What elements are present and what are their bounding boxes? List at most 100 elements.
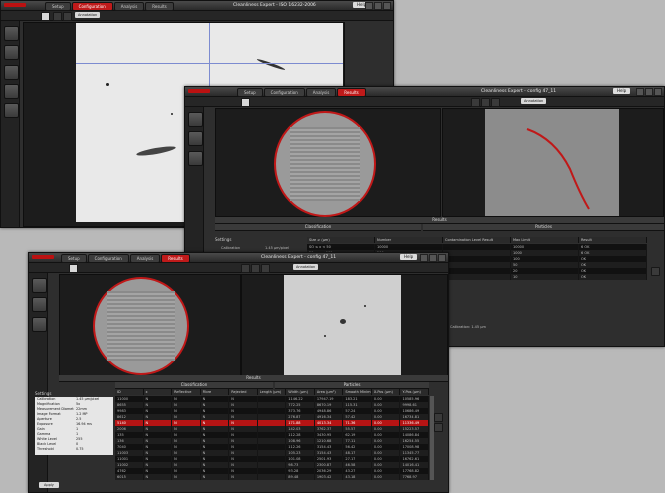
table-cell <box>443 274 511 280</box>
edit-icon[interactable] <box>32 317 47 332</box>
tab-analysis[interactable]: Analysis <box>305 88 337 97</box>
microscope-icon[interactable] <box>188 112 203 127</box>
edit-icon[interactable] <box>188 151 203 166</box>
table-cell: 43.18 <box>343 474 372 480</box>
grid-icon[interactable] <box>491 98 500 107</box>
setting-row: Threshold 0.75 <box>35 447 113 452</box>
tab-results[interactable]: Results <box>337 88 366 97</box>
column-header[interactable]: Reflective <box>172 389 201 395</box>
zoom-icon[interactable] <box>471 98 480 107</box>
microscope-icon[interactable] <box>32 278 47 293</box>
table-scrollbar[interactable] <box>430 396 434 480</box>
column-header[interactable]: Y-Pos (µm) <box>400 389 430 395</box>
column-header[interactable]: Smooth Minimum Inner Circle (µm) <box>343 389 372 395</box>
particle-detail-image[interactable] <box>485 109 619 216</box>
zoom-icon[interactable] <box>241 264 250 273</box>
workflow-tabs: Setup Configuration Analysis Results <box>61 254 190 263</box>
app-logo <box>4 3 26 7</box>
column-header[interactable]: x <box>144 389 173 395</box>
column-header[interactable]: Area (µm²) <box>315 389 344 395</box>
filter-overview-circle[interactable] <box>274 111 376 217</box>
maximize-icon[interactable] <box>645 88 653 96</box>
column-header[interactable]: Result <box>579 237 647 243</box>
column-header[interactable]: Max Limit <box>511 237 579 243</box>
app-logo <box>188 89 210 93</box>
layers-icon[interactable] <box>188 131 203 146</box>
zoom-icon[interactable] <box>69 264 78 273</box>
tab-analysis[interactable]: Analysis <box>113 2 145 11</box>
column-header[interactable]: Contamination Level Result <box>443 237 511 243</box>
tab-configuration[interactable]: Configuration <box>71 2 113 11</box>
table-cell: 10 <box>511 274 579 280</box>
table-cell <box>258 474 287 480</box>
app-logo <box>32 255 54 259</box>
tab-setup[interactable]: Setup <box>237 88 263 97</box>
window-title: Cleanliness Expert - config 47_11 <box>261 255 337 260</box>
sidebar <box>1 21 20 227</box>
toolbar: Annotation <box>185 97 664 107</box>
fit-icon[interactable] <box>53 12 62 21</box>
filter-overview-circle[interactable] <box>93 277 189 375</box>
column-header[interactable]: ID <box>115 389 144 395</box>
column-header[interactable]: Rejected <box>229 389 258 395</box>
minimize-icon[interactable] <box>420 254 428 262</box>
column-header[interactable]: Length (µm) <box>258 389 287 395</box>
particle-detail-image[interactable] <box>284 275 401 375</box>
zoom-icon[interactable] <box>241 98 250 107</box>
maximize-icon[interactable] <box>429 254 437 262</box>
filter-icon[interactable] <box>4 65 19 80</box>
tab-configuration[interactable]: Configuration <box>263 88 305 97</box>
grid-icon[interactable] <box>261 264 270 273</box>
maximize-icon[interactable] <box>374 2 382 10</box>
chart-icon[interactable] <box>4 84 19 99</box>
table-cell: N <box>144 474 173 480</box>
tab-setup[interactable]: Setup <box>61 254 87 263</box>
column-header[interactable]: Size ≥ (µm) <box>307 237 375 243</box>
layers-icon[interactable] <box>32 297 47 312</box>
column-header[interactable]: Fibre <box>201 389 230 395</box>
column-header[interactable]: X-Pos (µm) <box>372 389 401 395</box>
table-row[interactable]: 6015 N N N N 89.48 1903.42 43.18 0.00 7768.97 <box>115 474 430 480</box>
camera-icon[interactable] <box>4 45 19 60</box>
minimize-icon[interactable] <box>365 2 373 10</box>
gauge-icon[interactable] <box>4 26 19 41</box>
window-controls <box>636 88 662 96</box>
export-icon[interactable] <box>651 267 660 276</box>
close-icon[interactable] <box>438 254 446 262</box>
help-button[interactable]: Help <box>613 88 631 94</box>
titlebar: Setup Configuration Analysis Results Cle… <box>29 253 448 263</box>
annotation-button[interactable]: Annotation <box>521 98 547 104</box>
classification-header: Classification <box>215 224 421 231</box>
fit-icon[interactable] <box>481 98 490 107</box>
table-cell: 0.00 <box>372 474 401 480</box>
copy-icon[interactable] <box>434 423 443 432</box>
column-header[interactable]: Number <box>375 237 443 243</box>
table-cell: N <box>201 474 230 480</box>
apply-button[interactable]: Apply <box>39 482 59 488</box>
help-button[interactable]: Help <box>400 254 418 260</box>
tab-results[interactable]: Results <box>161 254 190 263</box>
tab-analysis[interactable]: Analysis <box>129 254 161 263</box>
sidebar <box>29 273 48 492</box>
table-cell: 89.48 <box>286 474 315 480</box>
particle <box>340 319 346 324</box>
column-header[interactable]: Width (µm) <box>286 389 315 395</box>
fit-icon[interactable] <box>251 264 260 273</box>
annotation-button[interactable]: Annotation <box>75 12 101 18</box>
tab-configuration[interactable]: Configuration <box>87 254 129 263</box>
tab-results[interactable]: Results <box>145 2 174 11</box>
particle <box>106 83 109 86</box>
filter-overview-panel <box>215 108 441 217</box>
grid-icon[interactable] <box>63 12 72 21</box>
titlebar: Setup Configuration Analysis Results Cle… <box>185 87 664 97</box>
tab-setup[interactable]: Setup <box>45 2 71 11</box>
tools-icon[interactable] <box>4 103 19 118</box>
filter-overview-panel <box>59 274 241 376</box>
annotation-button[interactable]: Annotation <box>293 264 319 270</box>
close-icon[interactable] <box>654 88 662 96</box>
close-icon[interactable] <box>383 2 391 10</box>
zoom-icon[interactable] <box>41 12 50 21</box>
minimize-icon[interactable] <box>636 88 644 96</box>
window-title: Cleanliness Expert - ISO 16232-2006 <box>233 3 316 8</box>
export-icon[interactable] <box>434 413 443 422</box>
